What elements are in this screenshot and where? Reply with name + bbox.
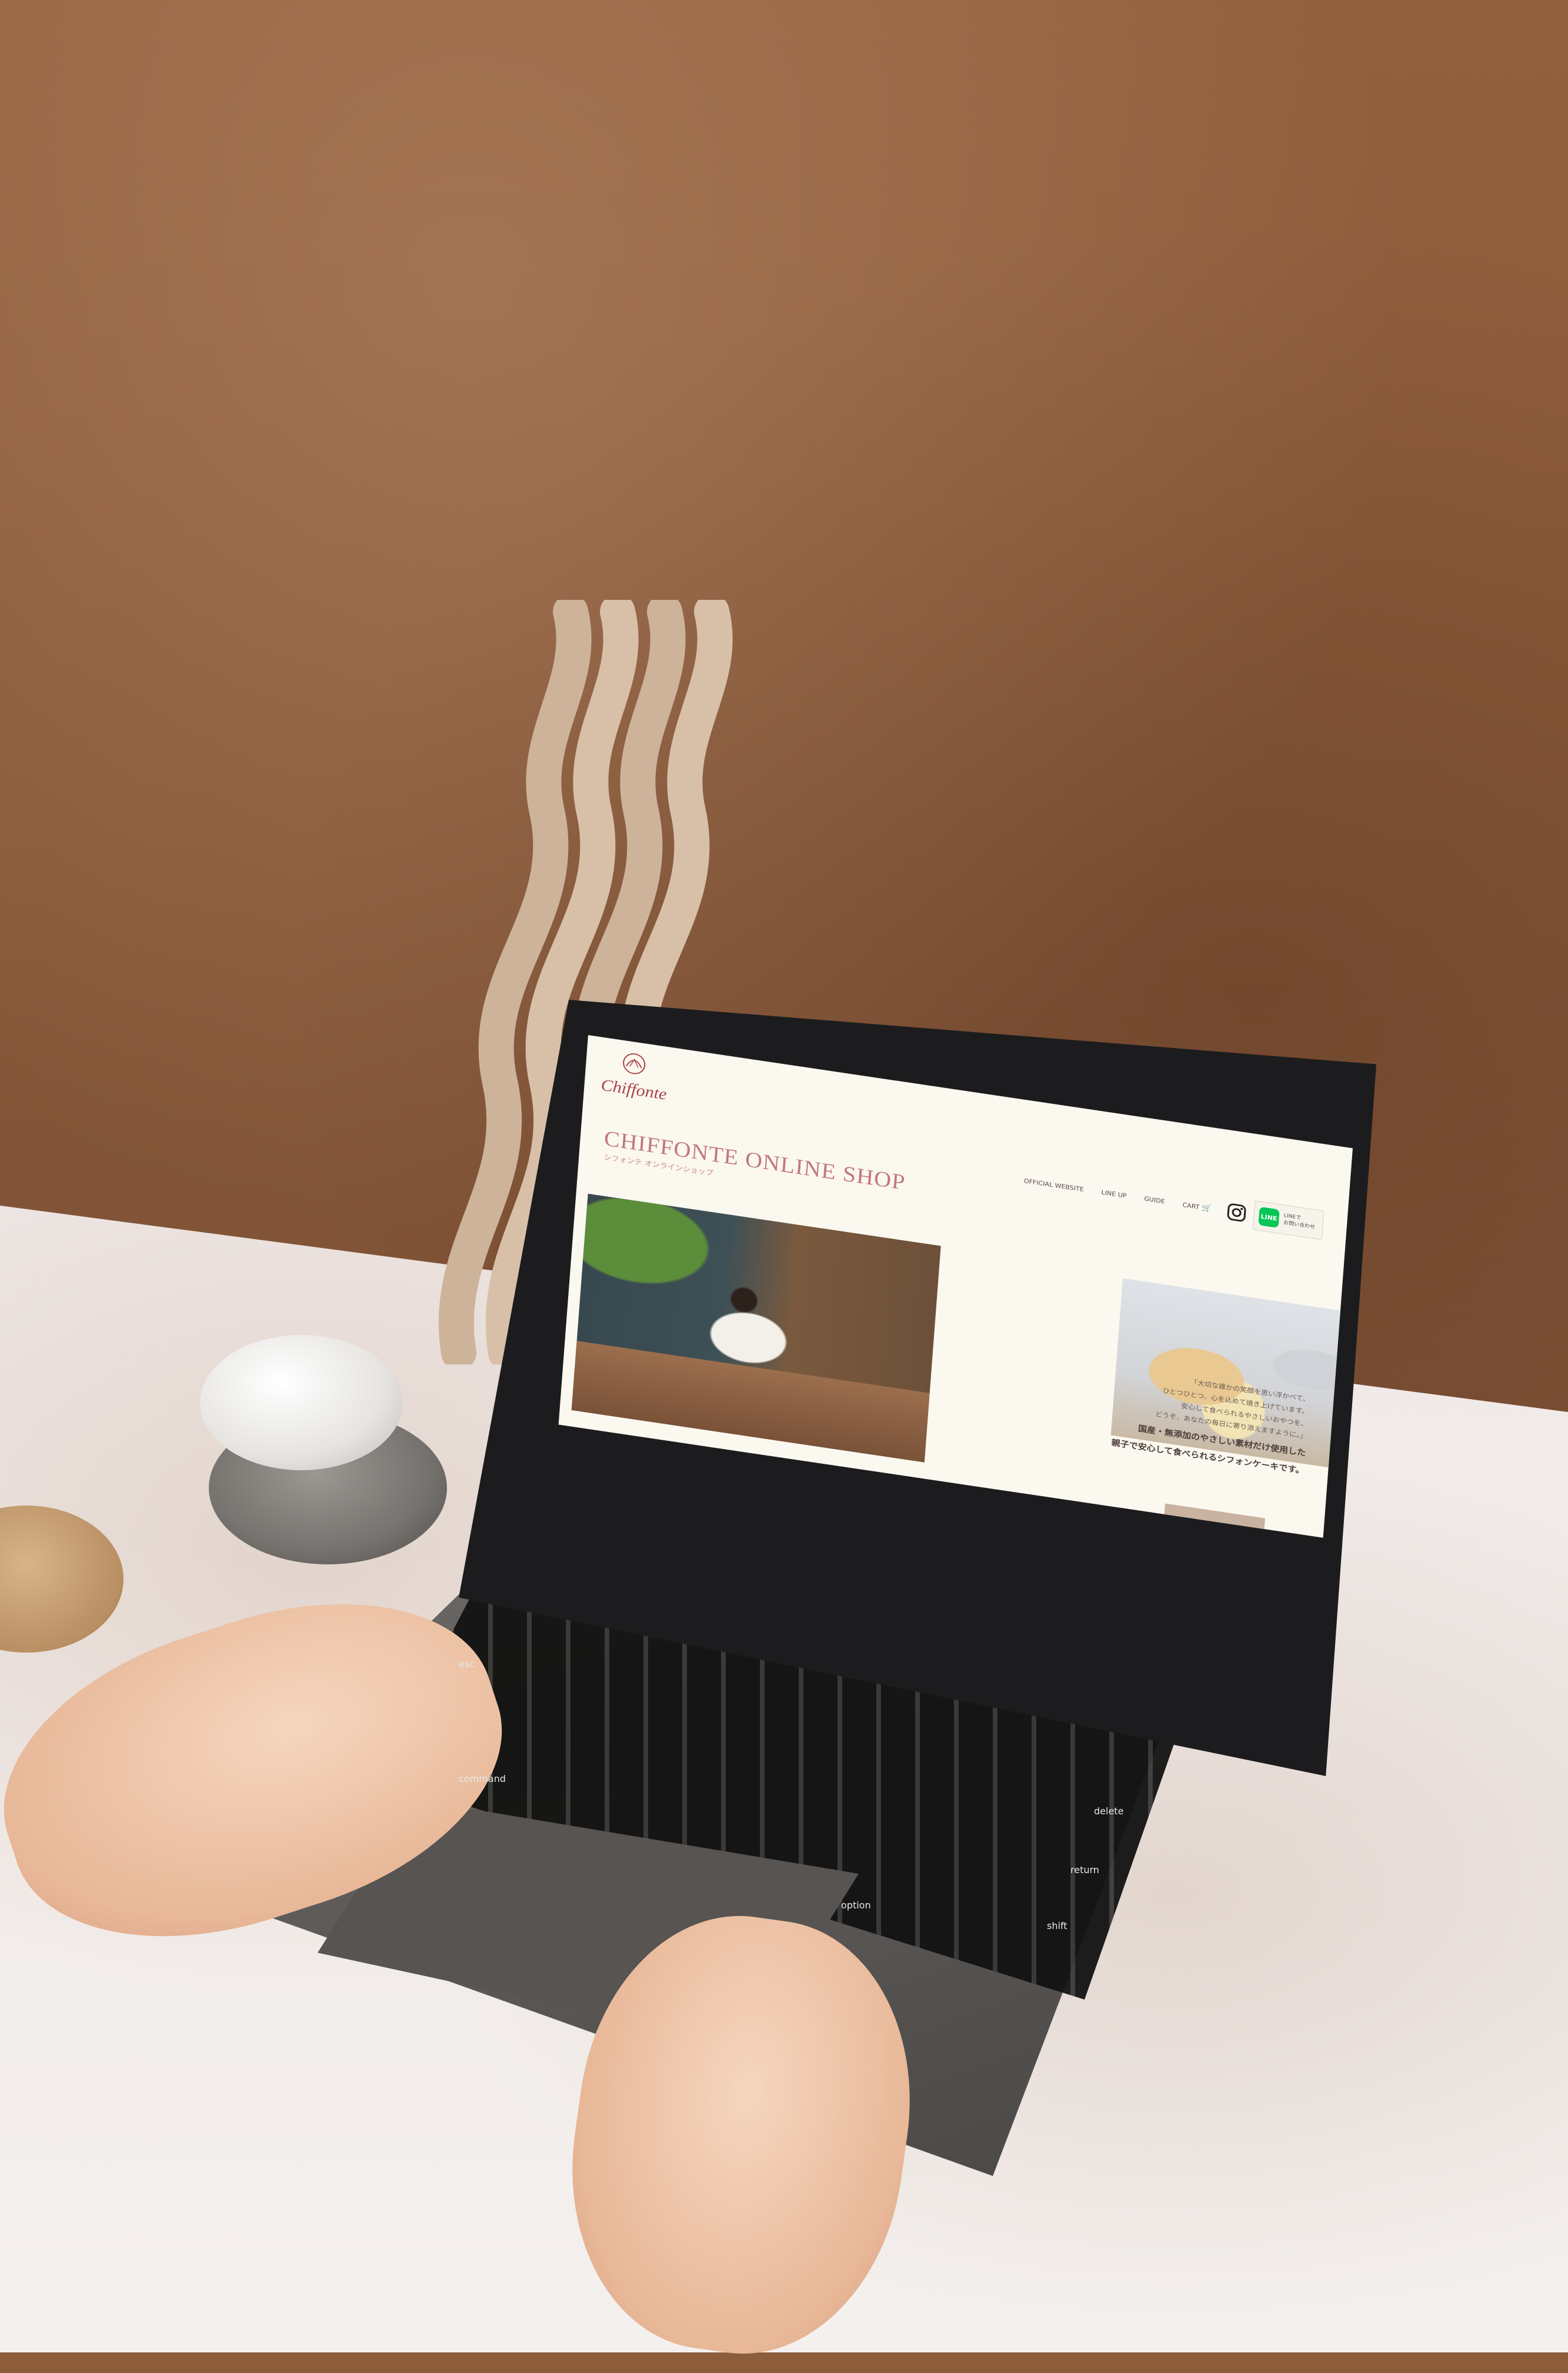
logo-text: Chiffonte xyxy=(600,1076,668,1104)
cart-icon: 🛒 xyxy=(1201,1203,1212,1213)
line-button-text: LINEで お問い合わせ xyxy=(1283,1213,1316,1231)
nav-cart[interactable]: CART 🛒 xyxy=(1182,1201,1212,1213)
nav-cart-label: CART xyxy=(1182,1201,1200,1211)
nav-guide[interactable]: GUIDE xyxy=(1144,1195,1165,1206)
white-stone xyxy=(200,1335,403,1470)
line-contact-button[interactable]: LINE LINEで お問い合わせ xyxy=(1252,1200,1325,1240)
hero-photo-girl xyxy=(571,1193,941,1463)
chiffonte-logo-mark xyxy=(623,1053,646,1074)
instagram-icon[interactable] xyxy=(1226,1202,1247,1223)
main-nav: OFFICIAL WEBSITE LINE UP GUIDE CART 🛒 xyxy=(1023,1177,1212,1213)
nav-official-website[interactable]: OFFICIAL WEBSITE xyxy=(1023,1177,1084,1194)
line-icon: LINE xyxy=(1258,1206,1280,1229)
nav-line-up[interactable]: LINE UP xyxy=(1101,1189,1127,1200)
site-logo[interactable]: Chiffonte xyxy=(600,1047,674,1107)
